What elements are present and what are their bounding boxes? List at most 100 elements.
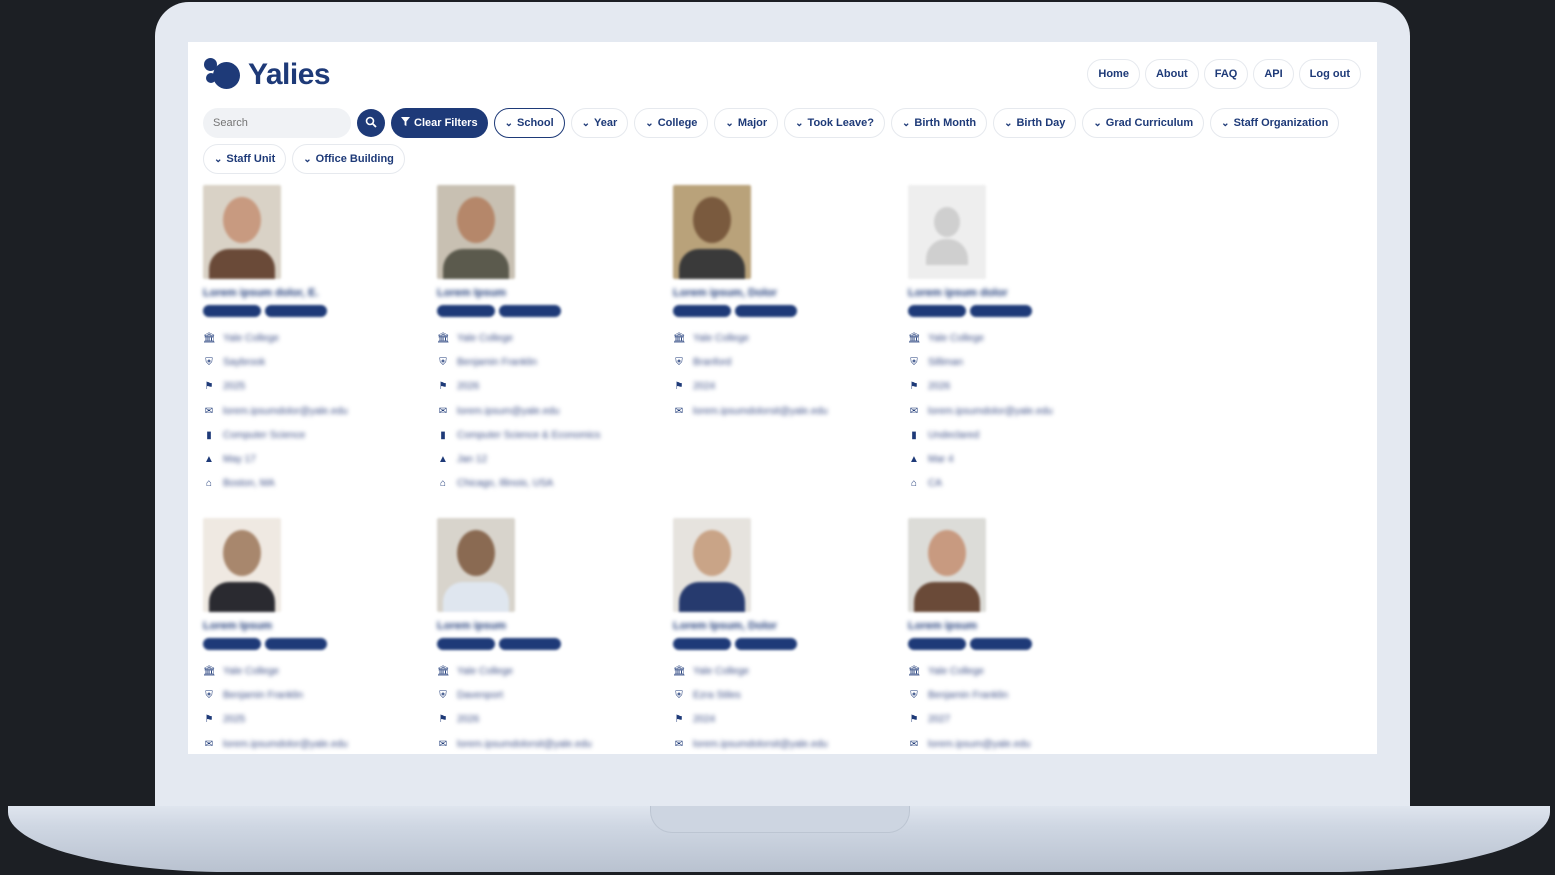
clear-filters-button[interactable]: Clear Filters [391,108,488,138]
filter-dropdown-school[interactable]: ⌄ School [493,108,565,138]
person-detail-value: Jan 12 [457,454,488,466]
person-card[interactable]: Lorem ipsum 🏛 Yale College ⛨ Davenport ⚑ 2026 ✉… [437,518,662,754]
person-detail-value[interactable]: lorem.ipsum@yale.edu [457,406,559,417]
logo[interactable]: Yalies [204,56,331,94]
person-detail-value[interactable]: lorem.ipsumdolor@yale.edu [223,406,348,417]
avatar [908,518,986,612]
flag-icon: ⚑ [438,714,448,726]
person-name[interactable]: Lorem ipsum dolor, E. [203,287,428,301]
person-detail-value: Yale College [457,665,513,677]
filter-dropdown-major[interactable]: ⌄ Major [714,108,779,138]
person-detail-row: ⛨ Benjamin Franklin [203,683,428,707]
filter-dropdown-label: Birth Month [914,117,977,129]
person-detail-value[interactable]: lorem.ipsumdolorsit@yale.edu [693,739,828,750]
person-card[interactable]: Lorem ipsum dolor, E. 🏛 Yale College ⛨ Saybr… [203,185,428,496]
person-detail-row: ⛨ Benjamin Franklin [437,350,662,374]
person-name[interactable]: Lorem ipsum dolor [908,287,1133,301]
person-detail-row: ⌂ Boston, MA [203,472,428,496]
person-detail-value: Silliman [928,356,964,368]
person-detail-value[interactable]: lorem.ipsumdolorsit@yale.edu [457,739,592,750]
person-name[interactable]: Lorem Ipsum, Dolor [673,620,898,634]
person-tag [437,638,495,650]
filter-dropdown-year[interactable]: ⌄ Year [570,108,629,138]
nav-api-button[interactable]: API [1253,59,1294,89]
person-detail-value: 2026 [928,381,951,393]
filter-dropdown-birth-month[interactable]: ⌄ Birth Month [890,108,988,138]
person-detail-value[interactable]: lorem.ipsumdolor@yale.edu [928,406,1053,417]
filter-dropdown-label: Office Building [315,153,394,165]
home-icon: ⌂ [205,478,213,490]
person-name[interactable]: Lorem Ipsum [203,620,428,634]
avatar [437,518,515,612]
filter-dropdown-grad-curriculum[interactable]: ⌄ Grad Curriculum [1082,108,1205,138]
person-tags [437,638,662,651]
person-detail-value[interactable]: lorem.ipsumdolor@yale.edu [223,739,348,750]
person-tag [970,305,1032,317]
person-detail-value: Yale College [693,332,749,344]
envelope-icon: ✉ [438,405,448,417]
filter-dropdown-college[interactable]: ⌄ College [634,108,709,138]
person-detail-row: ▲ May 17 [203,447,428,471]
flag-icon: ⚑ [674,714,684,726]
building-icon: 🏛 [203,332,216,344]
person-card[interactable]: Lorem Ipsum, Dolor 🏛 Yale College ⛨ Ezra Sti… [673,518,898,754]
person-detail-row: ⚑ 2027 [908,708,1133,732]
person-tag [265,638,327,650]
person-name[interactable]: Lorem ipsum [437,620,662,634]
person-detail-value: Yale College [928,665,984,677]
person-detail-row: ✉ lorem.ipsumdolor@yale.edu [203,399,428,423]
person-tags [908,305,1133,318]
shield-icon: ⛨ [910,356,918,368]
person-name[interactable]: Lorem Ipsum [437,287,662,301]
nav-home-button[interactable]: Home [1087,59,1140,89]
filter-dropdown-took-leave[interactable]: ⌄ Took Leave? [784,108,885,138]
filter-dropdown-birth-day[interactable]: ⌄ Birth Day [993,108,1077,138]
person-detail-value[interactable]: lorem.ipsumdolorsit@yale.edu [693,406,828,417]
filter-dropdown-office-building[interactable]: ⌄ Office Building [292,144,405,174]
person-tag [735,638,797,650]
person-detail-value: Yale College [223,665,279,677]
person-detail-value: Yale College [928,332,984,344]
birthday-icon: ▲ [438,454,448,466]
chevron-down-icon: ⌄ [795,117,804,129]
person-name[interactable]: Lorem ipsum, Dolor [673,287,898,301]
person-detail-value: 2024 [693,381,716,393]
filter-dropdown-label: Staff Unit [226,153,276,165]
person-tag [970,638,1032,650]
person-detail-row: ⌂ CA [908,472,1133,496]
person-detail-row: ✉ lorem.ipsum@yale.edu [437,399,662,423]
book-icon: ▮ [440,429,446,441]
filter-dropdown-staff-organization[interactable]: ⌄ Staff Organization [1210,108,1340,138]
person-detail-value: Yale College [457,332,513,344]
filter-dropdown-staff-unit[interactable]: ⌄ Staff Unit [203,144,287,174]
person-detail-value: Benjamin Franklin [223,689,304,701]
laptop-notch [650,806,910,833]
person-name[interactable]: Lorem ipsum [908,620,1133,634]
person-detail-row: ⚑ 2024 [673,375,898,399]
person-detail-row: ⛨ Davenport [437,683,662,707]
person-card[interactable]: Lorem Ipsum 🏛 Yale College ⛨ Benjamin Frankl… [437,185,662,496]
person-detail-value[interactable]: lorem.ipsum@yale.edu [928,739,1030,750]
person-card[interactable]: Lorem Ipsum 🏛 Yale College ⛨ Benjamin Frankl… [203,518,428,754]
chevron-down-icon: ⌄ [1221,117,1230,129]
person-card[interactable]: Lorem ipsum dolor 🏛 Yale College ⛨ Silliman ⚑… [908,185,1133,496]
chevron-down-icon: ⌄ [303,153,312,165]
nav-logout-button[interactable]: Log out [1298,59,1361,89]
person-card[interactable]: Lorem ipsum, Dolor 🏛 Yale College ⛨ Branford… [673,185,898,423]
person-tag [499,305,561,317]
nav-faq-button[interactable]: FAQ [1203,59,1249,89]
envelope-icon: ✉ [204,738,214,750]
person-detail-row: ⛨ Benjamin Franklin [908,683,1133,707]
search-button[interactable] [357,109,385,137]
person-detail-row: ✉ lorem.ipsumdolorsit@yale.edu [437,732,662,754]
envelope-icon: ✉ [909,738,919,750]
person-card[interactable]: Lorem ipsum 🏛 Yale College ⛨ Benjamin Frankl… [908,518,1133,754]
person-detail-row: ⚑ 2024 [673,708,898,732]
person-tags [203,305,428,318]
clear-filters-label: Clear Filters [414,117,478,129]
filter-dropdown-label: Major [737,117,768,129]
nav-about-button[interactable]: About [1144,59,1199,89]
chevron-down-icon: ⌄ [1093,117,1102,129]
search-input[interactable] [203,108,351,138]
person-detail-row: ✉ lorem.ipsum@yale.edu [908,732,1133,754]
